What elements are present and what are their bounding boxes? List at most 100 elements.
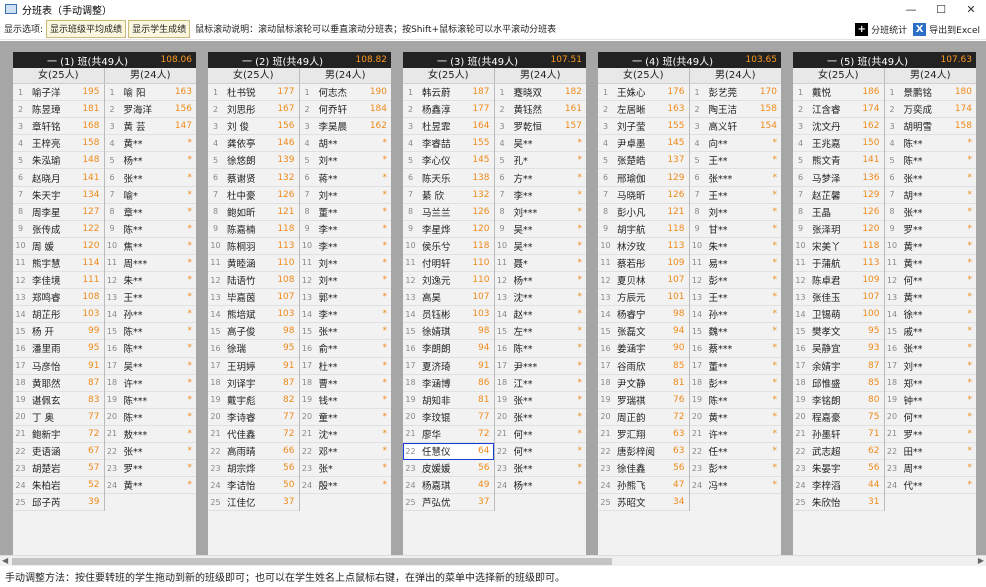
show-student-score-toggle[interactable]: 显示学生成绩: [128, 19, 191, 38]
student-row[interactable]: 25 苏昭文 34: [598, 494, 689, 512]
student-row[interactable]: 10 焦** *: [104, 238, 196, 255]
student-row[interactable]: 16 姜涵宇 90: [598, 340, 689, 358]
student-row[interactable]: 8 王晶 126: [793, 204, 884, 221]
student-row[interactable]: 20 黄** *: [689, 409, 781, 426]
student-row[interactable]: 20 陈** *: [104, 409, 196, 426]
student-row[interactable]: 2 万奕成 174: [884, 101, 976, 119]
student-row[interactable]: 9 胡宇航 118: [598, 221, 689, 238]
student-row[interactable]: 24 黄** *: [104, 477, 196, 495]
student-row[interactable]: 6 蒋** *: [299, 169, 391, 187]
student-row[interactable]: 12 李佳境 111: [13, 272, 104, 290]
student-row[interactable]: 24 孙熊飞 47: [598, 477, 689, 495]
student-row[interactable]: 14 熊培斌 103: [208, 306, 299, 324]
student-row[interactable]: 2 罗海洋 156: [104, 101, 196, 119]
student-row[interactable]: 18 黄耶然 87: [13, 375, 104, 392]
student-row[interactable]: 16 李朗朗 94: [403, 340, 494, 358]
student-row[interactable]: 4 尹卓墨 145: [598, 135, 689, 153]
student-row[interactable]: 5 陈** *: [884, 152, 976, 170]
student-row[interactable]: 8 章** *: [104, 204, 196, 221]
student-row[interactable]: 9 张泽玥 120: [793, 221, 884, 238]
student-row[interactable]: 10 侯乐兮 118: [403, 238, 494, 255]
student-row[interactable]: 10 林汐玫 113: [598, 238, 689, 255]
student-row[interactable]: 4 李睿喆 155: [403, 135, 494, 153]
student-row[interactable]: 1 何志杰 190: [299, 84, 391, 102]
student-row[interactable]: 21 代佳鑫 72: [208, 426, 299, 443]
student-row[interactable]: 8 张** *: [884, 204, 976, 221]
student-row[interactable]: 15 徐婧琪 98: [403, 323, 494, 341]
student-row[interactable]: 25 朱欣怡 31: [793, 494, 884, 512]
student-row[interactable]: 9 张传成 122: [13, 221, 104, 238]
student-row[interactable]: 8 董** *: [299, 204, 391, 221]
student-row[interactable]: 6 邢瑜伽 129: [598, 169, 689, 187]
student-row[interactable]: 18 刘译宇 87: [208, 375, 299, 392]
student-row[interactable]: 8 周李星 127: [13, 204, 104, 221]
student-row[interactable]: 4 胡** *: [299, 135, 391, 153]
student-row[interactable]: 12 陈卓君 109: [793, 272, 884, 290]
student-row[interactable]: 5 徐悠朗 139: [208, 152, 299, 170]
student-row[interactable]: 7 刘** *: [299, 187, 391, 204]
student-row[interactable]: 21 罗汇翔 63: [598, 426, 689, 443]
class-table-area[interactable]: 一 (1) 班(共49人) 108.06 女(25人) 男(24人) 1 喻子洋 195 2 陈…: [0, 41, 986, 555]
student-row[interactable]: 11 聂* *: [494, 255, 586, 273]
student-row[interactable]: 16 潘里雨 95: [13, 340, 104, 358]
student-row[interactable]: 20 李诗睿 77: [208, 409, 299, 426]
student-row[interactable]: 1 彭艺莞 170: [689, 84, 781, 102]
student-row[interactable]: 12 刘** *: [299, 272, 391, 290]
student-row[interactable]: 8 鲍如昕 121: [208, 204, 299, 221]
student-row[interactable]: 8 刘*** *: [494, 204, 586, 221]
student-row[interactable]: 19 戴宇彪 82: [208, 392, 299, 409]
student-row[interactable]: 10 吴** *: [494, 238, 586, 255]
student-row[interactable]: 5 李心仪 145: [403, 152, 494, 170]
student-row[interactable]: 6 马梦泽 136: [793, 169, 884, 187]
student-row[interactable]: 22 邓** *: [299, 443, 391, 461]
student-row[interactable]: 10 朱** *: [689, 238, 781, 255]
student-row[interactable]: 16 蔡*** *: [689, 340, 781, 358]
student-row[interactable]: 4 向** *: [689, 135, 781, 153]
student-row[interactable]: 4 龚依亭 146: [208, 135, 299, 153]
student-row[interactable]: 21 罗** *: [884, 426, 976, 443]
student-row[interactable]: 17 董** *: [689, 358, 781, 375]
student-row[interactable]: 14 李** *: [299, 306, 391, 324]
student-row[interactable]: 17 尹*** *: [494, 358, 586, 375]
student-row[interactable]: 13 郭** *: [299, 289, 391, 307]
student-row[interactable]: 24 代** *: [884, 477, 976, 495]
student-row[interactable]: 16 徐瑞 95: [208, 340, 299, 358]
student-row[interactable]: 7 杜中豪 126: [208, 187, 299, 204]
student-row[interactable]: 19 谌佩玄 83: [13, 392, 104, 409]
student-row[interactable]: 6 张** *: [104, 169, 196, 187]
student-row[interactable]: 4 吴** *: [494, 135, 586, 153]
student-row[interactable]: 21 许** *: [689, 426, 781, 443]
class-stats-button[interactable]: + 分班统计: [855, 19, 907, 39]
student-row[interactable]: 24 李诘怡 50: [208, 477, 299, 495]
student-row[interactable]: 23 皮媛媛 56: [403, 460, 494, 478]
student-row[interactable]: 22 唐彭梓阅 63: [598, 443, 689, 461]
student-row[interactable]: 23 朱晏宇 56: [793, 460, 884, 478]
student-row[interactable]: 25 邱子芮 39: [13, 494, 104, 512]
student-row[interactable]: 9 甘** *: [689, 221, 781, 238]
student-row[interactable]: 21 何** *: [494, 426, 586, 443]
scroll-right-icon[interactable]: ▶: [978, 556, 984, 565]
maximize-button[interactable]: ☐: [926, 0, 956, 18]
student-row[interactable]: 16 陈** *: [494, 340, 586, 358]
student-row[interactable]: 2 刘思彤 167: [208, 101, 299, 119]
student-row[interactable]: 11 易** *: [689, 255, 781, 273]
student-row[interactable]: 9 陈嘉楠 118: [208, 221, 299, 238]
student-row[interactable]: 20 周正韵 72: [598, 409, 689, 426]
student-row[interactable]: 23 周** *: [884, 460, 976, 478]
student-row[interactable]: 25 江佳亿 37: [208, 494, 299, 512]
student-row[interactable]: 3 章轩铭 168: [13, 118, 104, 136]
student-row[interactable]: 20 童** *: [299, 409, 391, 426]
student-row[interactable]: 18 彭** *: [689, 375, 781, 392]
student-row[interactable]: 15 魏** *: [689, 323, 781, 341]
student-row[interactable]: 12 何** *: [884, 272, 976, 290]
student-row[interactable]: 10 黄** *: [884, 238, 976, 255]
student-row[interactable]: 13 张佳玉 107: [793, 289, 884, 307]
student-row[interactable]: 20 程嘉豪 75: [793, 409, 884, 426]
student-row[interactable]: 20 张** *: [494, 409, 586, 426]
student-row[interactable]: 2 黄钰然 161: [494, 101, 586, 119]
student-row[interactable]: 22 任** *: [689, 443, 781, 461]
student-row[interactable]: 23 徐佳鑫 56: [598, 460, 689, 478]
student-row[interactable]: 12 夏贝林 107: [598, 272, 689, 290]
student-row[interactable]: 5 刘** *: [299, 152, 391, 170]
student-row[interactable]: 9 李** *: [299, 221, 391, 238]
